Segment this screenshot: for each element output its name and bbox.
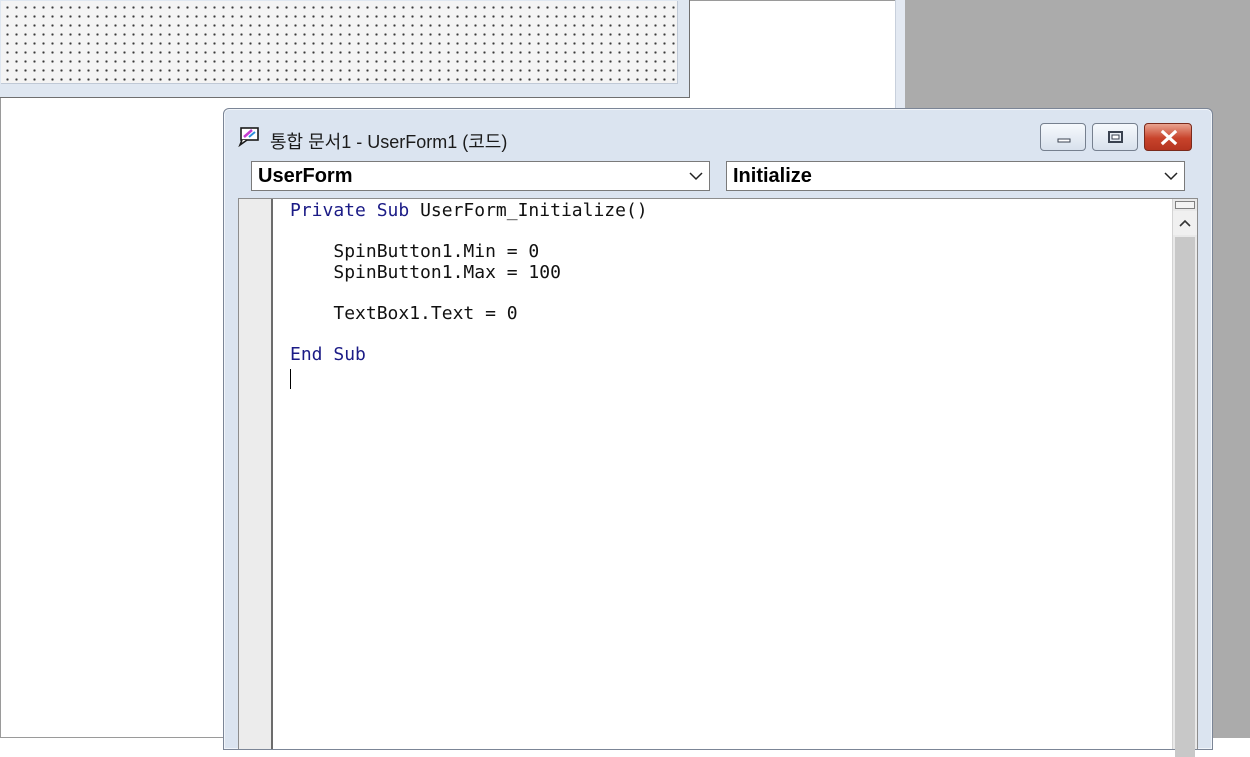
close-button[interactable] xyxy=(1144,123,1192,151)
object-dropdown[interactable]: UserForm xyxy=(251,161,710,191)
code-editor[interactable]: Private Sub UserForm_Initialize() SpinBu… xyxy=(238,198,1198,757)
object-dropdown-value: UserForm xyxy=(258,165,353,187)
scroll-up-button[interactable] xyxy=(1173,211,1197,235)
code-text[interactable]: Private Sub UserForm_Initialize() SpinBu… xyxy=(290,200,648,366)
scroll-track[interactable] xyxy=(1175,237,1195,757)
code-window[interactable]: 통합 문서1 - UserForm1 (코드) UserForm Initial… xyxy=(223,108,1213,757)
keyword: End xyxy=(290,344,323,366)
minimize-icon xyxy=(1057,138,1071,143)
chevron-up-icon xyxy=(1179,219,1191,227)
maximize-icon xyxy=(1108,131,1123,143)
procedure-dropdown[interactable]: Initialize xyxy=(726,161,1185,191)
margin-indicator-bar[interactable] xyxy=(239,199,273,749)
code-window-title-bar[interactable]: 통합 문서1 - UserForm1 (코드) xyxy=(224,109,1212,157)
close-icon xyxy=(1160,129,1178,146)
maximize-button[interactable] xyxy=(1092,123,1138,151)
chevron-down-icon xyxy=(1164,172,1178,181)
userform-design-grid[interactable] xyxy=(1,1,678,84)
code-line: SpinButton1.Max = 100 xyxy=(333,261,561,283)
window-title: 통합 문서1 - UserForm1 (코드) xyxy=(270,132,508,152)
chevron-down-icon xyxy=(689,172,703,181)
procedure-signature: UserForm_Initialize() xyxy=(420,200,648,221)
text-cursor xyxy=(290,369,291,389)
vertical-scrollbar[interactable] xyxy=(1172,199,1197,757)
code-line: TextBox1.Text = 0 xyxy=(333,302,518,324)
userform-designer-window[interactable] xyxy=(0,0,690,98)
keyword: Private xyxy=(290,200,366,221)
split-bar-handle[interactable] xyxy=(1175,201,1195,209)
procedure-dropdown-value: Initialize xyxy=(733,165,812,187)
code-window-icon xyxy=(238,127,260,148)
minimize-button[interactable] xyxy=(1040,123,1086,151)
keyword: Sub xyxy=(333,344,366,366)
code-line: SpinButton1.Min = 0 xyxy=(333,241,540,263)
keyword: Sub xyxy=(376,200,410,221)
